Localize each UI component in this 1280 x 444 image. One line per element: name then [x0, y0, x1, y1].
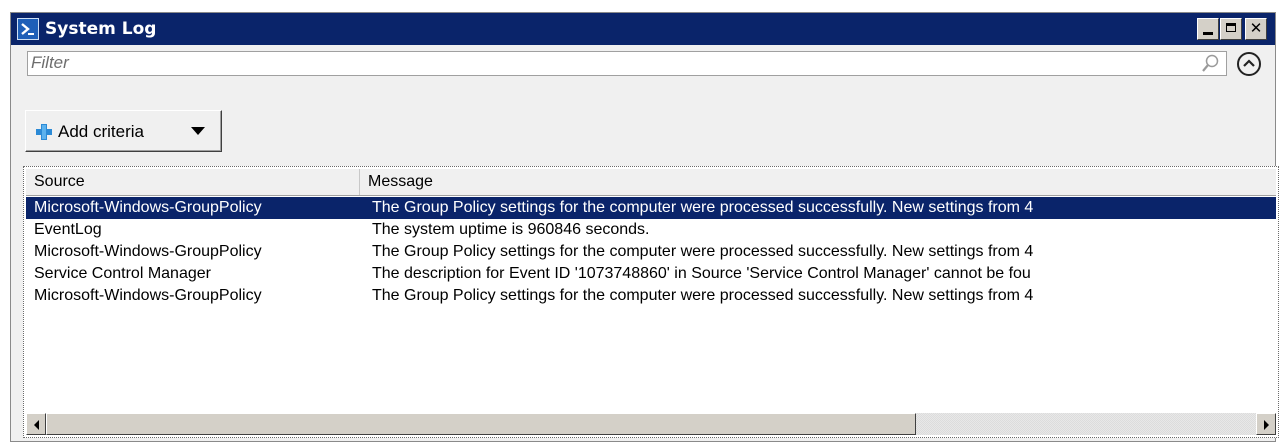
scroll-left-button[interactable]: [26, 413, 46, 435]
minimize-icon: [1203, 32, 1213, 35]
arrow-left-icon: [34, 420, 39, 430]
maximize-icon: [1226, 23, 1236, 32]
horizontal-scrollbar[interactable]: [26, 413, 1276, 435]
collapse-filter-button[interactable]: [1237, 52, 1261, 76]
cell-source: Service Control Manager: [34, 265, 211, 282]
table-row[interactable]: EventLog The system uptime is 960846 seco…: [26, 219, 1276, 241]
search-icon[interactable]: [1201, 54, 1220, 73]
grid-rows: Microsoft-Windows-GroupPolicy The Group P…: [26, 197, 1276, 307]
grid-header: Source Message: [26, 169, 1276, 196]
plus-icon: [36, 124, 52, 140]
table-row[interactable]: Microsoft-Windows-GroupPolicy The Group P…: [26, 285, 1276, 307]
minimize-button[interactable]: [1197, 18, 1219, 40]
close-icon: ✕: [1249, 19, 1263, 37]
title-bar[interactable]: System Log ✕: [11, 13, 1275, 45]
add-criteria-label: Add criteria: [58, 122, 144, 141]
system-log-window: System Log ✕ Add criteria: [10, 12, 1279, 442]
close-button[interactable]: ✕: [1245, 18, 1267, 40]
grid-viewport: Source Message Microsoft-Windows-GroupPo…: [26, 169, 1276, 435]
cell-source: Microsoft-Windows-GroupPolicy: [34, 243, 262, 260]
scroll-thumb[interactable]: [46, 413, 916, 435]
cell-message: The system uptime is 960846 seconds.: [372, 221, 650, 238]
cell-source: Microsoft-Windows-GroupPolicy: [34, 199, 262, 216]
filter-field[interactable]: [27, 51, 1227, 76]
arrow-right-icon: [1264, 420, 1269, 430]
add-criteria-button[interactable]: Add criteria: [25, 110, 222, 152]
cell-source: EventLog: [34, 221, 102, 238]
window-title: System Log: [45, 19, 157, 39]
powershell-icon: [17, 18, 39, 40]
cell-message: The Group Policy settings for the comput…: [372, 287, 1034, 304]
table-row[interactable]: Service Control Manager The description f…: [26, 263, 1276, 285]
scroll-right-button[interactable]: [1256, 413, 1276, 435]
cell-message: The Group Policy settings for the comput…: [372, 243, 1034, 260]
cell-message: The description for Event ID '1073748860…: [372, 265, 1031, 282]
table-row[interactable]: Microsoft-Windows-GroupPolicy The Group P…: [26, 197, 1276, 219]
maximize-button[interactable]: [1220, 18, 1242, 40]
table-row[interactable]: Microsoft-Windows-GroupPolicy The Group P…: [26, 241, 1276, 263]
event-grid[interactable]: Source Message Microsoft-Windows-GroupPo…: [23, 166, 1279, 438]
filter-input[interactable]: [31, 53, 1191, 73]
cell-message: The Group Policy settings for the comput…: [372, 199, 1034, 216]
cell-source: Microsoft-Windows-GroupPolicy: [34, 287, 262, 304]
chevron-up-circle-icon: [1243, 59, 1255, 67]
caret-down-icon: [191, 127, 205, 135]
column-header-message[interactable]: Message: [360, 169, 1276, 195]
column-header-source[interactable]: Source: [26, 169, 360, 195]
